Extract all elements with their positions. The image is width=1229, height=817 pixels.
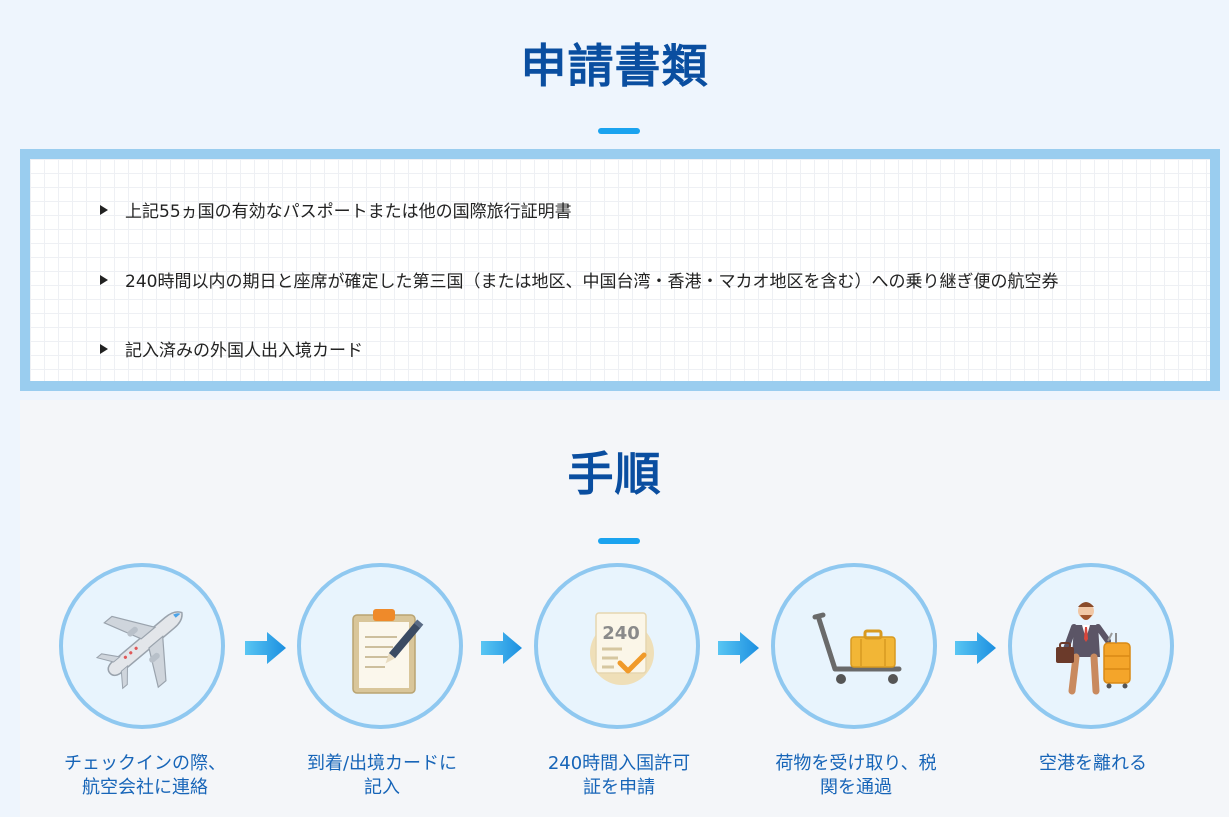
arrow-right-icon	[245, 632, 286, 664]
step-3-circle: 240	[534, 563, 700, 729]
permit-240-icon: 240	[590, 612, 654, 685]
step-1-label: チェックインの際、 航空会社に連絡	[64, 753, 226, 798]
step-2-label: 到着/出境カードに 記入	[306, 753, 458, 798]
permit-badge-text: 240	[602, 623, 640, 644]
document-item: 240時間以内の期日と座席が確定した第三国（または地区、中国台湾・香港・マカオ地…	[100, 267, 1058, 292]
airplane-icon	[95, 611, 183, 690]
step-5-label: 空港を離れる	[1039, 753, 1147, 774]
step-4-label: 荷物を受け取り、税 関を通過	[775, 753, 937, 798]
step-3-label: 240時間入国許可 証を申請	[547, 753, 691, 798]
step-2-circle	[297, 563, 463, 729]
arrow-right-icon	[481, 632, 522, 664]
documents-box: 上記55ヵ国の有効なパスポートまたは他の国際旅行証明書 240時間以内の期日と座…	[20, 149, 1220, 391]
bullet-triangle-icon	[100, 204, 108, 215]
document-item: 上記55ヵ国の有効なパスポートまたは他の国際旅行証明書	[100, 197, 572, 222]
documents-title: 申請書類	[520, 39, 709, 93]
document-item: 記入済みの外国人出入境カード	[100, 336, 363, 361]
procedure-title: 手順	[567, 447, 662, 501]
traveler-icon	[1056, 602, 1131, 695]
document-item-text: 上記55ヵ国の有効なパスポートまたは他の国際旅行証明書	[125, 202, 572, 222]
step-5-circle	[1008, 563, 1174, 729]
title-underline	[598, 128, 640, 134]
arrow-right-icon	[955, 632, 996, 664]
luggage-cart-icon	[812, 612, 902, 684]
document-item-text: 記入済みの外国人出入境カード	[125, 341, 363, 361]
arrow-right-icon	[718, 632, 759, 664]
bullet-triangle-icon	[100, 343, 108, 354]
step-4-circle	[771, 563, 937, 729]
title-underline	[598, 538, 640, 544]
clipboard-pen-icon	[352, 609, 424, 694]
document-item-text: 240時間以内の期日と座席が確定した第三国（または地区、中国台湾・香港・マカオ地…	[125, 272, 1059, 292]
step-1-circle	[59, 563, 225, 729]
bullet-triangle-icon	[100, 274, 108, 285]
